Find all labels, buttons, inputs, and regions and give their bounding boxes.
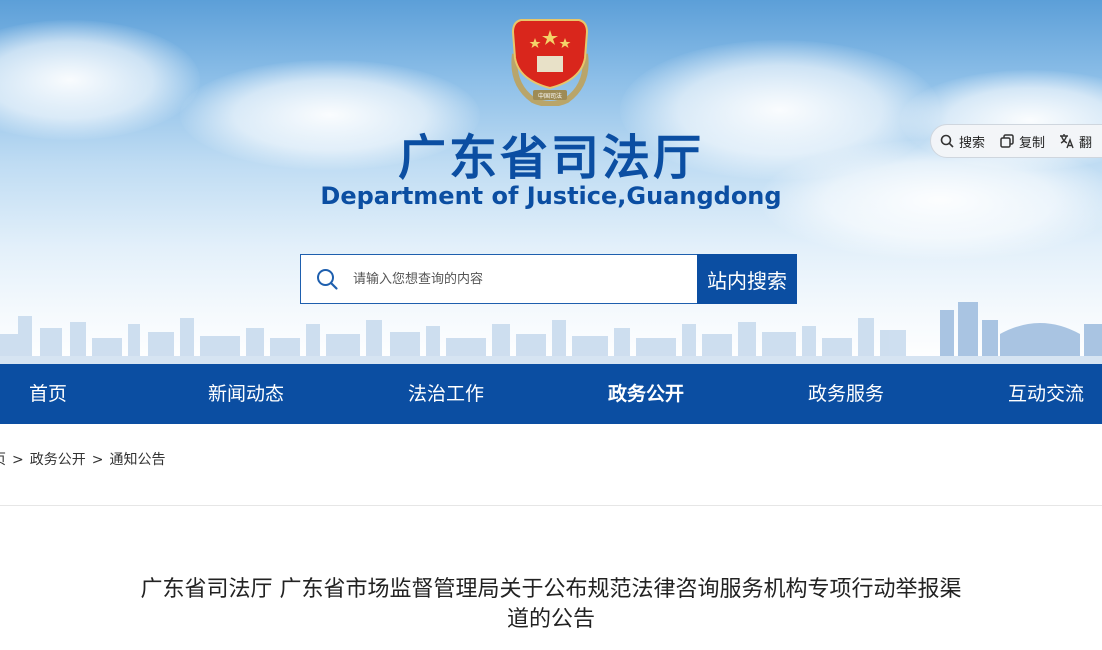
nav-item-news[interactable]: 新闻动态 [208, 364, 284, 424]
nav-item-home[interactable]: 首页 [29, 364, 67, 424]
search-input[interactable] [351, 270, 675, 288]
toolbar-copy-label: 复制 [1019, 135, 1046, 151]
article-title: 广东省司法厅 广东省市场监督管理局关于公布规范法律咨询服务机构专项行动举报渠 道… [96, 575, 1006, 635]
translate-icon [1060, 134, 1074, 149]
divider [0, 505, 1102, 506]
nav-item-government-services[interactable]: 政务服务 [808, 364, 884, 424]
toolbar-copy-button[interactable]: 复制 [999, 132, 1045, 151]
toolbar-search-button[interactable]: 搜索 [939, 132, 985, 151]
emblem-text: 中国司法 [538, 92, 562, 100]
nav-item-rule-of-law[interactable]: 法治工作 [408, 364, 484, 424]
toolbar-search-label: 搜索 [959, 135, 986, 151]
breadcrumb-separator: > [12, 452, 24, 468]
breadcrumb-government-affairs[interactable]: 政务公开 [30, 452, 86, 468]
main-nav: 首页 新闻动态 法治工作 政务公开 政务服务 互动交流 [0, 364, 1102, 424]
breadcrumb: 页 > 政务公开 > 通知公告 [0, 449, 165, 469]
search-button[interactable]: 站内搜索 [697, 254, 797, 304]
site-search: 站内搜索 [300, 254, 797, 304]
toolbar-translate-label: 翻 [1079, 135, 1093, 151]
nav-item-interaction[interactable]: 互动交流 [1008, 364, 1084, 424]
city-skyline [0, 302, 1102, 364]
search-box [300, 254, 697, 304]
accessibility-toolbar: 搜索 复制 翻 [930, 124, 1102, 158]
site-subtitle: Department of Justice,Guangdong [320, 182, 782, 210]
toolbar-translate-button[interactable]: 翻 [1059, 132, 1092, 151]
search-icon [317, 269, 338, 290]
justice-emblem-logo: 中国司法 [511, 19, 589, 106]
copy-icon [1000, 134, 1014, 148]
breadcrumb-home[interactable]: 页 [0, 452, 6, 468]
article-title-line: 广东省司法厅 广东省市场监督管理局关于公布规范法律咨询服务机构专项行动举报渠 [140, 577, 962, 602]
search-icon [940, 134, 954, 148]
breadcrumb-notices[interactable]: 通知公告 [109, 452, 165, 468]
article-title-line: 道的公告 [506, 607, 595, 632]
nav-item-government-affairs[interactable]: 政务公开 [608, 364, 684, 424]
breadcrumb-separator: > [91, 452, 104, 468]
